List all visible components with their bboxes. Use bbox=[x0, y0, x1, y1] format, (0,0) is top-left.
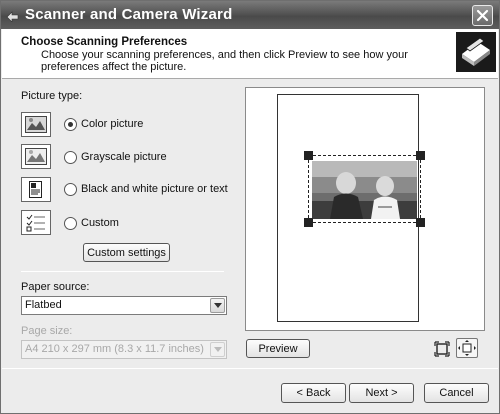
zoom-button[interactable] bbox=[456, 338, 478, 358]
preview-pane bbox=[245, 87, 485, 331]
preview-page bbox=[277, 94, 425, 322]
preview-button[interactable]: Preview bbox=[246, 339, 310, 358]
custom-label[interactable]: Custom bbox=[81, 217, 119, 229]
custom-settings-button[interactable]: Custom settings bbox=[83, 243, 170, 262]
close-button[interactable] bbox=[472, 5, 493, 26]
page-size-label: Page size: bbox=[21, 325, 73, 337]
divider bbox=[21, 271, 224, 272]
grayscale-picture-icon[interactable] bbox=[21, 144, 51, 169]
title-bar[interactable]: Scanner and Camera Wizard bbox=[1, 1, 499, 29]
black-white-label[interactable]: Black and white picture or text bbox=[81, 183, 228, 195]
paper-source-label: Paper source: bbox=[21, 281, 90, 293]
fit-selection-icon bbox=[434, 341, 450, 357]
resize-handle[interactable] bbox=[304, 151, 313, 160]
paper-source-select[interactable]: Flatbed bbox=[21, 296, 227, 315]
page-subtitle: Choose your scanning preferences, and th… bbox=[41, 49, 408, 73]
color-picture-icon[interactable] bbox=[21, 112, 51, 137]
footer-divider bbox=[2, 368, 498, 369]
resize-handle[interactable] bbox=[416, 151, 425, 160]
page-size-value: A4 210 x 297 mm (8.3 x 11.7 inches) bbox=[25, 343, 204, 355]
selection-rectangle[interactable] bbox=[304, 151, 425, 227]
scanned-photo bbox=[312, 161, 417, 219]
window-title: Scanner and Camera Wizard bbox=[25, 6, 233, 23]
close-icon bbox=[476, 9, 489, 22]
color-picture-label[interactable]: Color picture bbox=[81, 118, 143, 130]
wizard-header: Choose Scanning Preferences Choose your … bbox=[2, 29, 498, 79]
fit-selection-button[interactable] bbox=[431, 339, 453, 359]
custom-icon[interactable] bbox=[21, 210, 51, 235]
zoom-icon bbox=[458, 340, 476, 356]
next-button[interactable]: Next > bbox=[349, 383, 414, 403]
wizard-icon bbox=[6, 11, 19, 22]
color-picture-radio[interactable] bbox=[64, 118, 77, 131]
cancel-button[interactable]: Cancel bbox=[424, 383, 489, 403]
picture-type-label: Picture type: bbox=[21, 90, 83, 102]
scanner-icon bbox=[456, 32, 496, 72]
grayscale-picture-radio[interactable] bbox=[64, 151, 77, 164]
resize-handle[interactable] bbox=[416, 218, 425, 227]
chevron-down-icon bbox=[210, 342, 225, 357]
black-white-text-icon[interactable] bbox=[21, 177, 51, 202]
chevron-down-icon[interactable] bbox=[210, 298, 225, 313]
back-button[interactable]: < Back bbox=[281, 383, 346, 403]
custom-radio[interactable] bbox=[64, 217, 77, 230]
page-size-select[interactable]: A4 210 x 297 mm (8.3 x 11.7 inches) bbox=[21, 340, 227, 359]
grayscale-picture-label[interactable]: Grayscale picture bbox=[81, 151, 167, 163]
page-title: Choose Scanning Preferences bbox=[21, 36, 188, 48]
resize-handle[interactable] bbox=[304, 218, 313, 227]
black-white-radio[interactable] bbox=[64, 183, 77, 196]
paper-source-value: Flatbed bbox=[25, 299, 62, 311]
wizard-window: Scanner and Camera Wizard Choose Scannin… bbox=[0, 0, 500, 414]
